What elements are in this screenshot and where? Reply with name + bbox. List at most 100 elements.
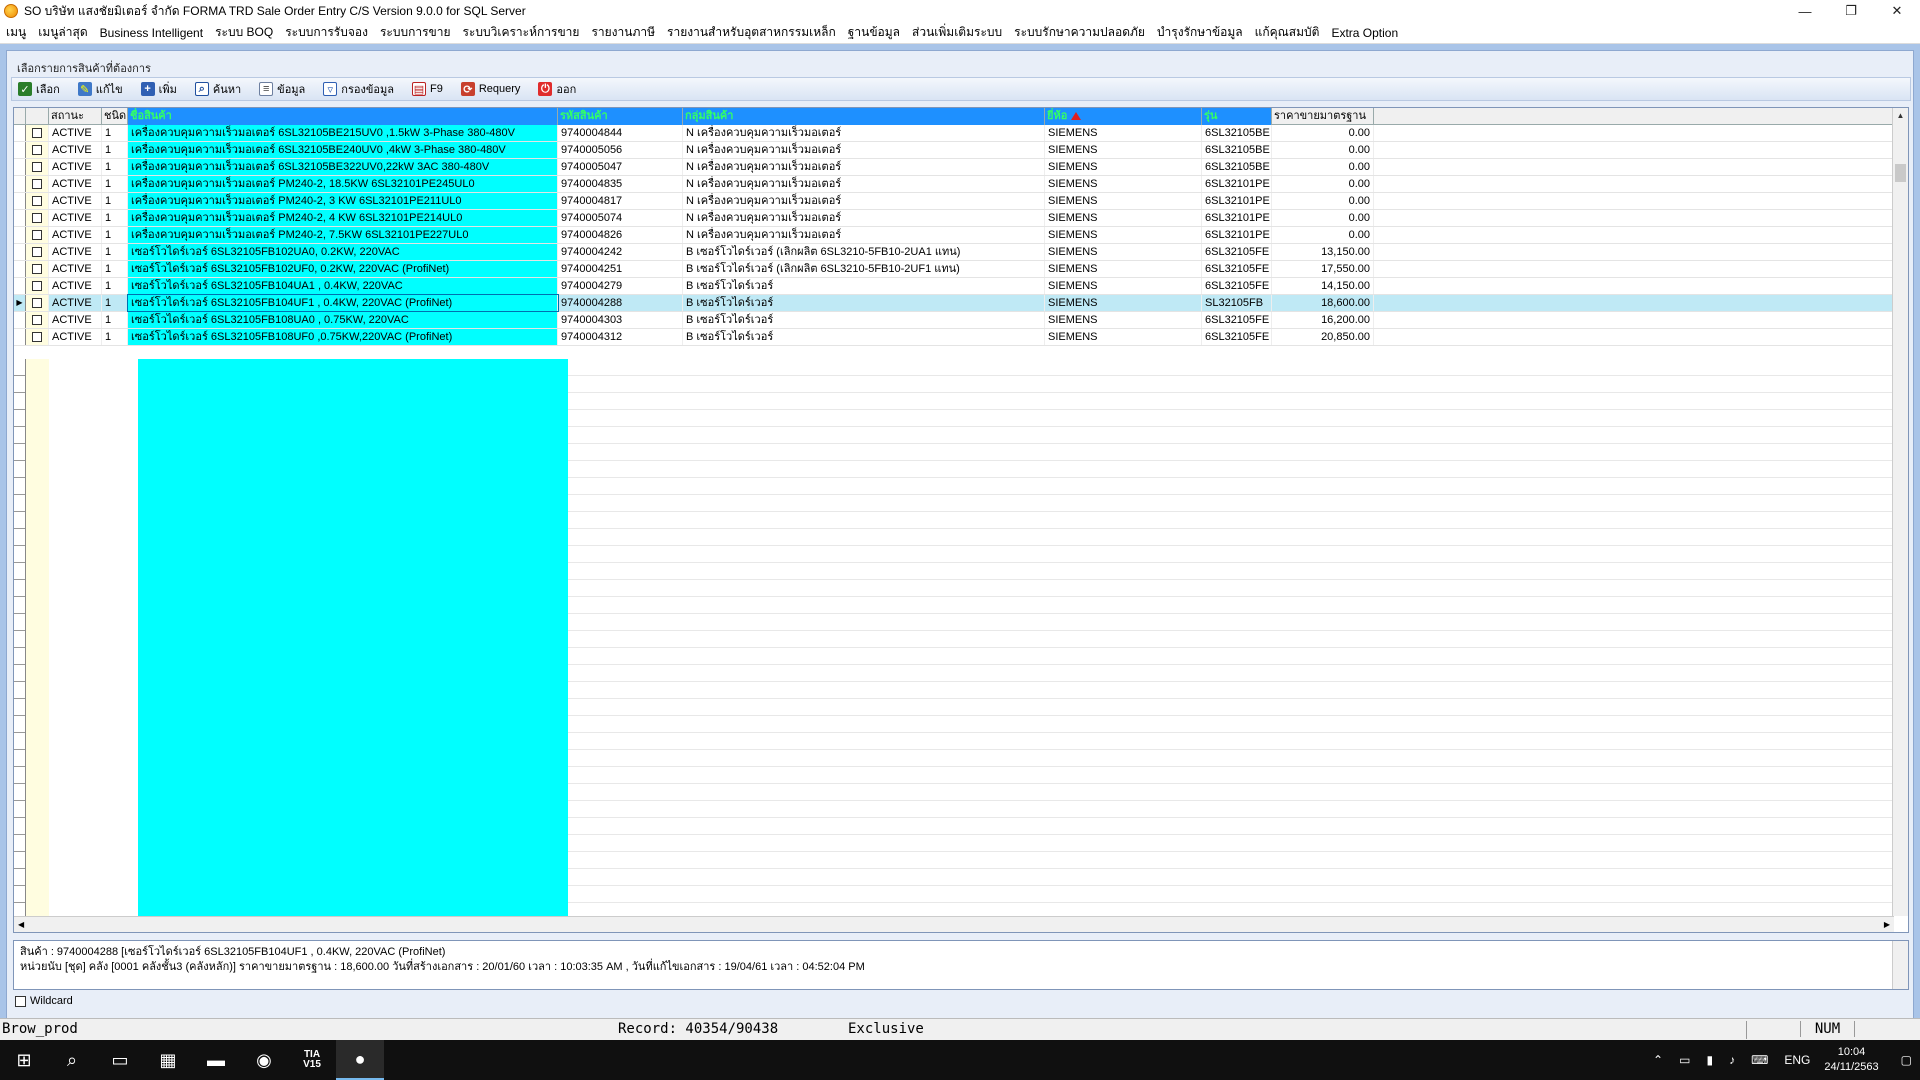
- scroll-up-icon[interactable]: ▲: [1893, 108, 1908, 124]
- calculator-icon[interactable]: ▦: [144, 1040, 192, 1080]
- menu-item-tax-report[interactable]: รายงานภาษี: [591, 23, 655, 42]
- requery-button[interactable]: ⟳ Requery: [460, 82, 520, 96]
- filter-label: กรองข้อมูล: [341, 84, 394, 96]
- cell-model: 6SL32105FE: [1202, 329, 1272, 345]
- row-checkbox[interactable]: [26, 312, 49, 328]
- exit-button[interactable]: ⏻ ออก: [538, 80, 576, 98]
- row-indicator: [14, 193, 26, 209]
- start-windows-icon[interactable]: ⊞: [0, 1040, 48, 1080]
- row-checkbox[interactable]: [26, 261, 49, 277]
- menu-item-recent[interactable]: เมนูล่าสุด: [38, 23, 87, 42]
- grid-horizontal-scrollbar[interactable]: ◀ ▶: [14, 916, 1894, 932]
- menu-item-boq[interactable]: ระบบ BOQ: [215, 23, 273, 42]
- menu-item-extensions[interactable]: ส่วนเพิ่มเติมระบบ: [912, 23, 1002, 42]
- scroll-thumb[interactable]: [1895, 164, 1906, 182]
- row-checkbox[interactable]: [26, 176, 49, 192]
- row-checkbox[interactable]: [26, 142, 49, 158]
- close-button[interactable]: ✕: [1874, 0, 1920, 22]
- edit-button[interactable]: ✎ แก้ไข: [77, 80, 123, 98]
- checkbox-icon: [32, 298, 42, 308]
- header-model[interactable]: รุ่น: [1202, 108, 1272, 125]
- terminal-icon[interactable]: ▭: [96, 1040, 144, 1080]
- header-brand[interactable]: ยี่ห้อ: [1045, 108, 1202, 125]
- info-button[interactable]: ≡ ข้อมูล: [259, 80, 305, 98]
- wildcard-checkbox[interactable]: Wildcard: [15, 995, 73, 1007]
- row-checkbox[interactable]: [26, 295, 49, 311]
- cell-model: 6SL32101PE: [1202, 176, 1272, 192]
- table-row[interactable]: ACTIVE 1 เครื่องควบคุมความเร็วมอเตอร์ PM24…: [14, 227, 1894, 244]
- table-row[interactable]: ACTIVE 1 เซอร์โวไดร์เวอร์ 6SL32105FB102UF0…: [14, 261, 1894, 278]
- menu-item-steel-report[interactable]: รายงานสำหรับอุตสาหกรรมเหล็ก: [667, 23, 836, 42]
- menu-item-database[interactable]: ฐานข้อมูล: [848, 23, 900, 42]
- select-button[interactable]: ✓ เลือก: [18, 80, 60, 98]
- f9-button[interactable]: ▤ F9: [411, 82, 443, 96]
- table-row[interactable]: ACTIVE 1 เครื่องควบคุมความเร็วมอเตอร์ 6SL3…: [14, 142, 1894, 159]
- row-checkbox[interactable]: [26, 329, 49, 345]
- tia-portal-icon[interactable]: TIA V15: [288, 1040, 336, 1080]
- menu-item-security[interactable]: ระบบรักษาความปลอดภัย: [1014, 23, 1145, 42]
- table-row[interactable]: ACTIVE 1 เซอร์โวไดร์เวอร์ 6SL32105FB108UA0…: [14, 312, 1894, 329]
- menu-item-sales[interactable]: ระบบการขาย: [380, 23, 451, 42]
- scroll-right-icon[interactable]: ▶: [1884, 920, 1890, 929]
- search-button[interactable]: ⌕ ค้นหา: [194, 80, 241, 98]
- keyboard-icon[interactable]: ⌨: [1751, 1053, 1768, 1067]
- table-row[interactable]: ACTIVE 1 เครื่องควบคุมความเร็วมอเตอร์ PM24…: [14, 210, 1894, 227]
- cell-type: 1: [102, 193, 128, 209]
- row-checkbox[interactable]: [26, 125, 49, 141]
- row-checkbox[interactable]: [26, 227, 49, 243]
- table-row[interactable]: ACTIVE 1 เครื่องควบคุมความเร็วมอเตอร์ 6SL3…: [14, 125, 1894, 142]
- volume-icon[interactable]: ♪: [1729, 1053, 1735, 1067]
- table-row[interactable]: ACTIVE 1 เครื่องควบคุมความเร็วมอเตอร์ 6SL3…: [14, 159, 1894, 176]
- menu-item-sales-analysis[interactable]: ระบบวิเคราะห์การขาย: [462, 23, 579, 42]
- cell-model: 6SL32105FE: [1202, 312, 1272, 328]
- filter-button[interactable]: ▿ กรองข้อมูล: [323, 80, 394, 98]
- scroll-left-icon[interactable]: ◀: [18, 920, 24, 929]
- cell-status: ACTIVE: [49, 244, 102, 260]
- cell-name: เครื่องควบคุมความเร็วมอเตอร์ PM240-2, 7.…: [128, 227, 558, 243]
- row-checkbox[interactable]: [26, 193, 49, 209]
- table-row[interactable]: ACTIVE 1 เซอร์โวไดร์เวอร์ 6SL32105FB108UF0…: [14, 329, 1894, 346]
- detail-scrollbar[interactable]: [1892, 941, 1908, 989]
- chrome-icon[interactable]: ◉: [240, 1040, 288, 1080]
- restore-button[interactable]: ❐: [1828, 0, 1874, 22]
- table-row[interactable]: ACTIVE 1 เครื่องควบคุมความเร็วมอเตอร์ PM24…: [14, 176, 1894, 193]
- network-icon[interactable]: ▭: [1679, 1053, 1690, 1067]
- menu-item-bi[interactable]: Business Intelligent: [100, 26, 203, 40]
- header-name[interactable]: ชื่อสินค้า: [128, 108, 558, 125]
- file-explorer-icon[interactable]: ▬: [192, 1040, 240, 1080]
- search-icon[interactable]: ⌕: [48, 1040, 96, 1080]
- header-type[interactable]: ชนิด: [102, 108, 128, 125]
- cell-brand: SIEMENS: [1045, 193, 1202, 209]
- menu-item-properties[interactable]: แก้คุณสมบัติ: [1255, 23, 1320, 42]
- row-checkbox[interactable]: [26, 159, 49, 175]
- notification-icon[interactable]: ▢: [1901, 1053, 1912, 1067]
- grid-vertical-scrollbar[interactable]: ▲: [1892, 108, 1908, 916]
- clock[interactable]: 10:04 24/11/2563: [1824, 1045, 1878, 1075]
- table-row[interactable]: ACTIVE 1 เซอร์โวไดร์เวอร์ 6SL32105FB104UA1…: [14, 278, 1894, 295]
- minimize-button[interactable]: —: [1782, 0, 1828, 22]
- cell-brand: SIEMENS: [1045, 261, 1202, 277]
- add-button[interactable]: + เพิ่ม: [140, 80, 177, 98]
- tray-chevron-up-icon[interactable]: ⌃: [1653, 1053, 1663, 1067]
- forma-app-icon[interactable]: ●: [336, 1040, 384, 1080]
- menu-item-main[interactable]: เมนู: [6, 23, 26, 42]
- row-checkbox[interactable]: [26, 278, 49, 294]
- product-grid[interactable]: สถานะ ชนิด ชื่อสินค้า รหัสสินค้า กลุ่มสิ…: [13, 107, 1909, 933]
- header-status[interactable]: สถานะ: [49, 108, 102, 125]
- language-indicator[interactable]: ENG: [1784, 1053, 1810, 1067]
- header-group[interactable]: กลุ่มสินค้า: [683, 108, 1045, 125]
- header-code[interactable]: รหัสสินค้า: [558, 108, 683, 125]
- row-checkbox[interactable]: [26, 244, 49, 260]
- search-icon: ⌕: [194, 82, 209, 96]
- menu-item-booking[interactable]: ระบบการรับจอง: [285, 23, 368, 42]
- cell-name: เซอร์โวไดร์เวอร์ 6SL32105FB102UA0, 0.2KW…: [128, 244, 558, 260]
- header-price[interactable]: ราคาขายมาตรฐาน: [1272, 108, 1374, 125]
- cell-price: 18,600.00: [1272, 295, 1374, 311]
- menu-item-maintenance[interactable]: บำรุงรักษาข้อมูล: [1157, 23, 1243, 42]
- table-row[interactable]: ACTIVE 1 เครื่องควบคุมความเร็วมอเตอร์ PM24…: [14, 193, 1894, 210]
- menu-item-extra-option[interactable]: Extra Option: [1331, 26, 1398, 40]
- table-row[interactable]: ACTIVE 1 เซอร์โวไดร์เวอร์ 6SL32105FB102UA0…: [14, 244, 1894, 261]
- row-checkbox[interactable]: [26, 210, 49, 226]
- table-row-selected[interactable]: ▶ ACTIVE 1 เซอร์โวไดร์เวอร์ 6SL32105FB104UF…: [14, 294, 1894, 312]
- battery-icon[interactable]: ▮: [1706, 1053, 1713, 1067]
